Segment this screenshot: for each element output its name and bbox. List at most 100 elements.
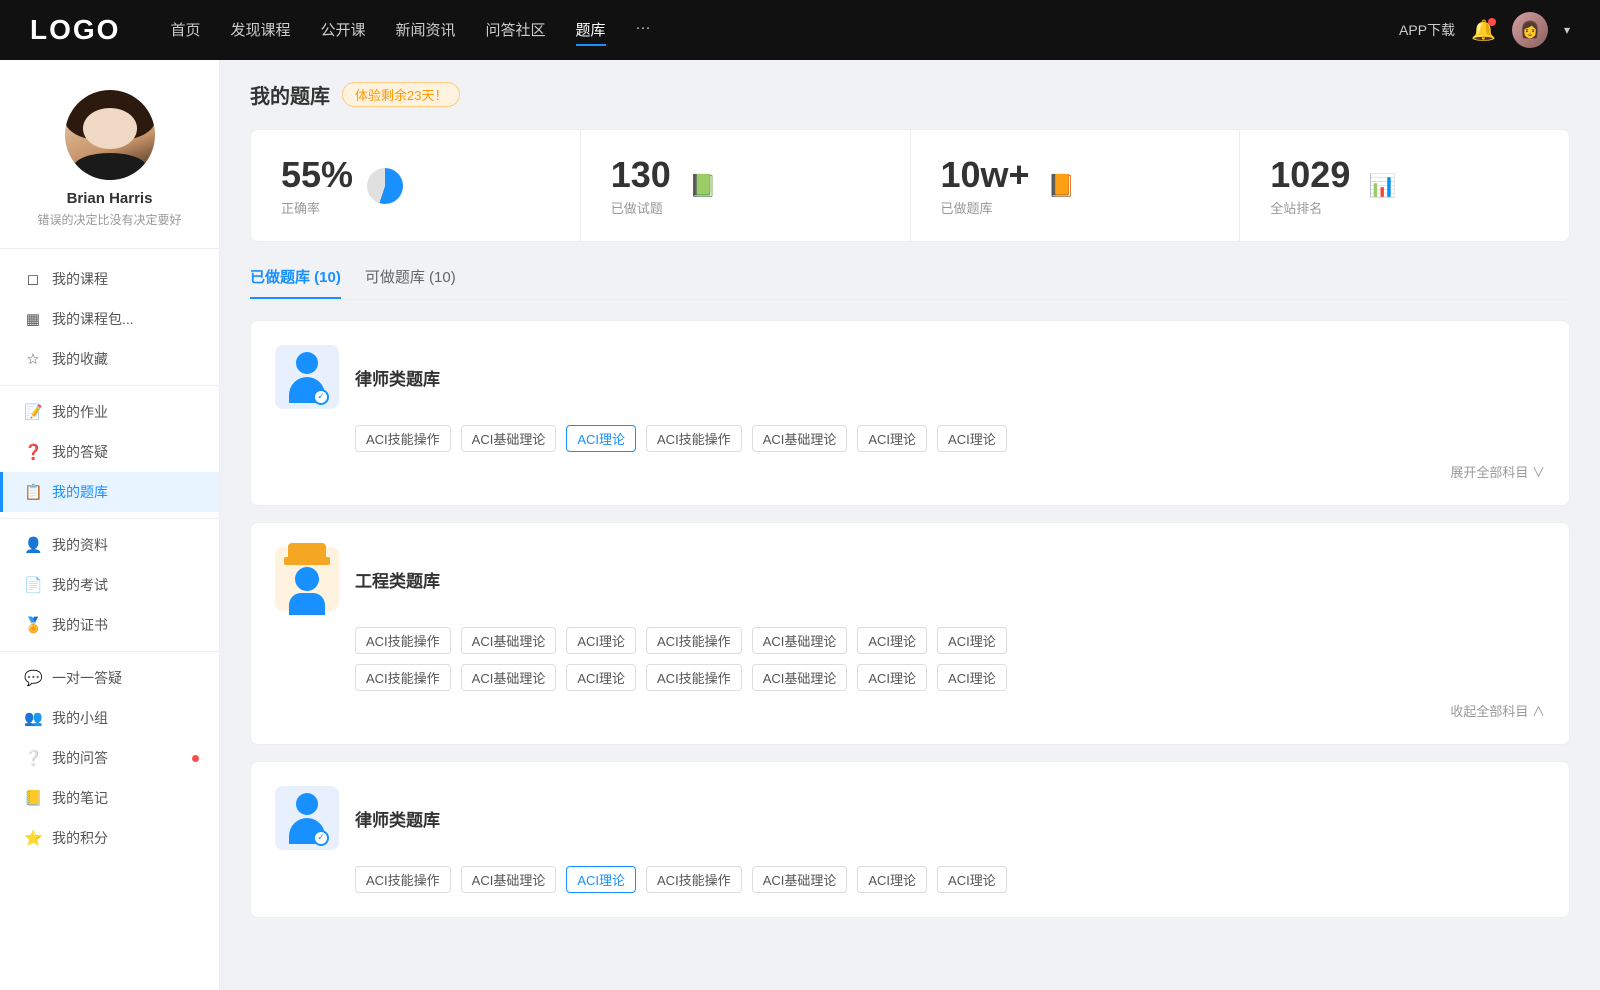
tag-eng-aci-theory-3[interactable]: ACI理论: [937, 627, 1007, 654]
points-icon: ⭐: [24, 829, 42, 847]
sidebar-item-profile[interactable]: 👤 我的资料: [0, 525, 219, 565]
stat-done-questions: 130 已做试题 📗: [581, 130, 911, 241]
sidebar-item-label: 我的答疑: [52, 442, 108, 462]
book-blue-icon: 📗: [689, 173, 716, 199]
qbank-title-lawyer-1: 律师类题库: [355, 365, 440, 390]
tag-l2-aci-skill-2[interactable]: ACI技能操作: [646, 866, 742, 893]
sidebar-username: Brian Harris: [20, 190, 199, 207]
tag-eng-aci-theory-5[interactable]: ACI理论: [857, 664, 927, 691]
qbank-card-lawyer-2: ✓ 律师类题库 ACI技能操作 ACI基础理论 ACI理论 ACI技能操作 AC…: [250, 761, 1570, 918]
tag-eng-aci-skill-1[interactable]: ACI技能操作: [355, 627, 451, 654]
sidebar-item-label: 我的课程: [52, 269, 108, 289]
sidebar-item-qa[interactable]: ❓ 我的答疑: [0, 432, 219, 472]
tag-eng-aci-theory-2[interactable]: ACI理论: [857, 627, 927, 654]
nav-home[interactable]: 首页: [170, 15, 200, 46]
tag-l2-aci-basic-1[interactable]: ACI基础理论: [461, 866, 557, 893]
qbank-icon-lawyer-1: ✓: [275, 345, 339, 409]
tag-l2-aci-theory-2[interactable]: ACI理论: [857, 866, 927, 893]
nav-more[interactable]: ···: [636, 15, 651, 46]
nav-news[interactable]: 新闻资讯: [396, 15, 456, 46]
sidebar-item-label: 我的资料: [52, 535, 108, 555]
navbar: LOGO 首页 发现课程 公开课 新闻资讯 问答社区 题库 ··· APP下载 …: [0, 0, 1600, 60]
sidebar-item-one-on-one[interactable]: 💬 一对一答疑: [0, 658, 219, 698]
tag-eng-aci-theory-1[interactable]: ACI理论: [566, 627, 636, 654]
stat-site-rank-label: 全站排名: [1270, 198, 1350, 217]
sidebar-item-notes[interactable]: 📒 我的笔记: [0, 778, 219, 818]
main-layout: Brian Harris 错误的决定比没有决定要好 ◻ 我的课程 ▦ 我的课程包…: [0, 60, 1600, 990]
document-icon: ◻: [24, 270, 42, 288]
quiz-icon: 📋: [24, 483, 42, 501]
nav-qa[interactable]: 问答社区: [486, 15, 546, 46]
sidebar-item-label: 我的收藏: [52, 349, 108, 369]
tag-eng-aci-basic-3[interactable]: ACI基础理论: [461, 664, 557, 691]
tag-aci-theory-2[interactable]: ACI理论: [857, 425, 927, 452]
engineer-figure: [284, 543, 330, 615]
engineer-body: [289, 593, 325, 615]
chevron-down-icon[interactable]: ▾: [1564, 23, 1570, 37]
tag-eng-aci-basic-1[interactable]: ACI基础理论: [461, 627, 557, 654]
tag-eng-aci-skill-4[interactable]: ACI技能操作: [646, 664, 742, 691]
main-content: 我的题库 体验剩余23天！ 55% 正确率 130 已做试题 📗: [220, 60, 1600, 990]
sidebar-item-label: 我的小组: [52, 708, 108, 728]
sidebar-item-quiz-bank[interactable]: 📋 我的题库: [0, 472, 219, 512]
certificate-icon: 🏅: [24, 616, 42, 634]
sidebar-item-course-packages[interactable]: ▦ 我的课程包...: [0, 299, 219, 339]
sidebar-item-label: 一对一答疑: [52, 668, 122, 688]
tag-l2-aci-theory-selected[interactable]: ACI理论: [566, 866, 636, 893]
sidebar-item-points[interactable]: ⭐ 我的积分: [0, 818, 219, 858]
notification-bell[interactable]: 🔔: [1471, 18, 1496, 43]
page-title: 我的题库: [250, 80, 330, 109]
tab-done-banks[interactable]: 已做题库 (10): [250, 266, 341, 299]
chat-icon: 💬: [24, 669, 42, 687]
sidebar-menu: ◻ 我的课程 ▦ 我的课程包... ☆ 我的收藏 📝 我的作业 ❓ 我的答疑 📋: [0, 249, 219, 868]
qbank-header-lawyer-2: ✓ 律师类题库: [275, 786, 1545, 850]
tag-eng-aci-theory-4[interactable]: ACI理论: [566, 664, 636, 691]
nav-quiz[interactable]: 题库: [576, 15, 606, 46]
lawyer-body-2: ✓: [289, 818, 325, 844]
sidebar-item-my-courses[interactable]: ◻ 我的课程: [0, 259, 219, 299]
lawyer-body: ✓: [289, 377, 325, 403]
sidebar-item-my-qa[interactable]: ❔ 我的问答: [0, 738, 219, 778]
tab-available-banks[interactable]: 可做题库 (10): [365, 266, 456, 299]
tag-l2-aci-skill-1[interactable]: ACI技能操作: [355, 866, 451, 893]
tag-l2-aci-theory-3[interactable]: ACI理论: [937, 866, 1007, 893]
tag-aci-skill-2[interactable]: ACI技能操作: [646, 425, 742, 452]
nav-right: APP下载 🔔 👩 ▾: [1399, 12, 1570, 48]
question-circle-icon: ❓: [24, 443, 42, 461]
sidebar-avatar: [65, 90, 155, 180]
tag-aci-skill-1[interactable]: ACI技能操作: [355, 425, 451, 452]
sidebar-item-groups[interactable]: 👥 我的小组: [0, 698, 219, 738]
sidebar-item-certificate[interactable]: 🏅 我的证书: [0, 605, 219, 645]
sidebar-item-label: 我的证书: [52, 615, 108, 635]
logo: LOGO: [30, 14, 120, 46]
tag-aci-basic-2[interactable]: ACI基础理论: [752, 425, 848, 452]
qbank-expand-button-1[interactable]: 展开全部科目 ∨: [275, 462, 1545, 481]
nav-links: 首页 发现课程 公开课 新闻资讯 问答社区 题库 ···: [170, 15, 1399, 46]
tag-aci-theory-1-selected[interactable]: ACI理论: [566, 425, 636, 452]
tag-eng-aci-basic-4[interactable]: ACI基础理论: [752, 664, 848, 691]
lawyer-figure: ✓: [289, 352, 325, 403]
lawyer-head: [296, 352, 318, 374]
sidebar-divider-3: [0, 651, 219, 652]
tag-eng-aci-theory-6[interactable]: ACI理论: [937, 664, 1007, 691]
stat-site-rank: 1029 全站排名 📊: [1240, 130, 1569, 241]
sidebar-item-favorites[interactable]: ☆ 我的收藏: [0, 339, 219, 379]
app-download-button[interactable]: APP下载: [1399, 20, 1455, 40]
sidebar-item-homework[interactable]: 📝 我的作业: [0, 392, 219, 432]
tag-eng-aci-skill-3[interactable]: ACI技能操作: [355, 664, 451, 691]
tag-eng-aci-skill-2[interactable]: ACI技能操作: [646, 627, 742, 654]
lawyer-check-icon: ✓: [313, 389, 329, 405]
stats-row: 55% 正确率 130 已做试题 📗 10w+ 已做题库: [250, 129, 1570, 242]
avatar[interactable]: 👩: [1512, 12, 1548, 48]
qbank-collapse-button[interactable]: 收起全部科目 ∧: [275, 701, 1545, 720]
qbank-icon-lawyer-2: ✓: [275, 786, 339, 850]
qbank-tags-engineer-row2: ACI技能操作 ACI基础理论 ACI理论 ACI技能操作 ACI基础理论 AC…: [355, 664, 1545, 691]
nav-open-course[interactable]: 公开课: [320, 15, 365, 46]
tag-aci-basic-1[interactable]: ACI基础理论: [461, 425, 557, 452]
tag-aci-theory-3[interactable]: ACI理论: [937, 425, 1007, 452]
nav-discover[interactable]: 发现课程: [230, 15, 290, 46]
tag-l2-aci-basic-2[interactable]: ACI基础理论: [752, 866, 848, 893]
sidebar-item-exam[interactable]: 📄 我的考试: [0, 565, 219, 605]
tag-eng-aci-basic-2[interactable]: ACI基础理论: [752, 627, 848, 654]
sidebar-item-label: 我的问答: [52, 748, 108, 768]
